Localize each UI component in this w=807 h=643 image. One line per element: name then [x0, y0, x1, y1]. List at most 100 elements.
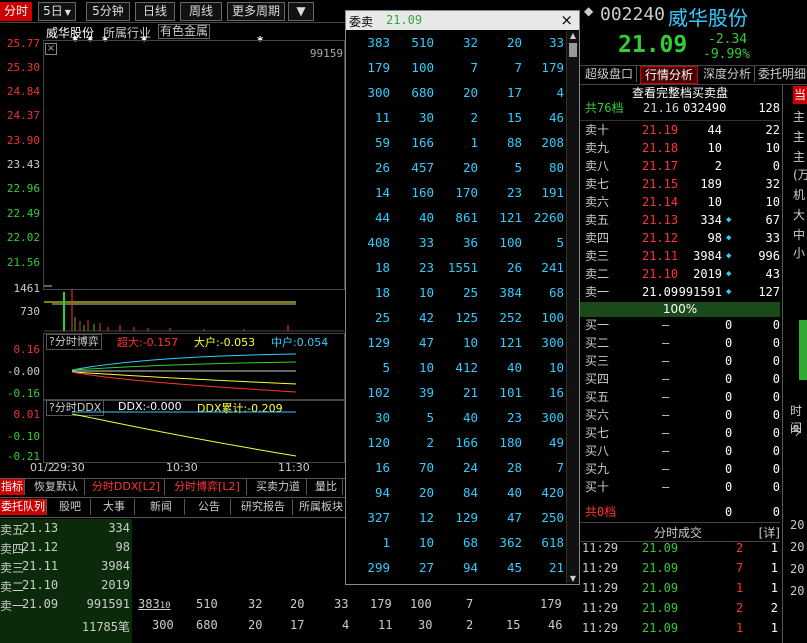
- bid-level-row[interactable]: 买九 — 0 0: [580, 460, 780, 478]
- tab-game-l2[interactable]: 分时博弈[L2]: [168, 479, 247, 495]
- scroll-thumb[interactable]: [569, 43, 577, 57]
- tab-restore-default[interactable]: 恢复默认: [28, 479, 85, 495]
- popup-row[interactable]: 59 166 1 88 208: [346, 135, 566, 155]
- tab-forum[interactable]: 股吧: [50, 499, 91, 515]
- ask-level-row[interactable]: 卖九 21.18 10 10: [580, 139, 780, 157]
- ask-level-label: 卖二: [585, 267, 610, 281]
- trade-row[interactable]: 11:29 21.09 1 1: [580, 581, 780, 601]
- chevron-down-icon[interactable]: ▼: [288, 2, 314, 21]
- trade-row[interactable]: 11:29 21.09 2 1: [580, 541, 780, 561]
- queue-row[interactable]: 11785笔 300 680 20 17 4 11 30 2 15 46: [0, 618, 580, 636]
- popup-row[interactable]: 94 20 84 40 420: [346, 485, 566, 505]
- menu-diamond-icon[interactable]: ◆: [584, 4, 593, 18]
- popup-row[interactable]: 383 510 32 20 33: [346, 35, 566, 55]
- popup-cell: 510: [411, 35, 434, 50]
- bid-level-row[interactable]: 买五 — 0 0: [580, 388, 780, 406]
- ask-level-price: 21.11: [642, 249, 679, 263]
- popup-header[interactable]: 委卖 21.09 ×: [346, 11, 579, 30]
- close-icon[interactable]: ×: [560, 11, 573, 29]
- popup-row[interactable]: 1 10 68 362 618: [346, 535, 566, 555]
- popup-row[interactable]: 11 30 2 15 46: [346, 110, 566, 130]
- tab-market-analysis[interactable]: 行情分析: [640, 66, 698, 84]
- tab-ddx-l2[interactable]: 分时DDX[L2]: [88, 479, 165, 495]
- ask-level-row[interactable]: 卖八 21.17 2 0: [580, 157, 780, 175]
- tab-research[interactable]: 研究报告: [234, 499, 293, 515]
- popup-row[interactable]: 25 42 125 252 100: [346, 310, 566, 330]
- bid-level-row[interactable]: 买八 — 0 0: [580, 442, 780, 460]
- scroll-down-icon[interactable]: ▼: [568, 574, 578, 583]
- popup-row[interactable]: 18 10 25 384 68: [346, 285, 566, 305]
- tab-announcements[interactable]: 公告: [188, 499, 231, 515]
- queue-row[interactable]: 卖三 21.11 3984: [0, 559, 132, 577]
- edge-tab[interactable]: 当: [793, 86, 807, 104]
- popup-row[interactable]: 18 23 1551 26 241: [346, 260, 566, 280]
- popup-row[interactable]: 299 27 94 45 21: [346, 560, 566, 580]
- bid-level-row[interactable]: 买三 — 0 0: [580, 352, 780, 370]
- tab-5min[interactable]: 5分钟: [86, 2, 130, 21]
- tab-order-queue[interactable]: 委托队列: [0, 499, 47, 515]
- popup-row[interactable]: 44 40 861 121 2260: [346, 210, 566, 230]
- ask-level-row[interactable]: 卖一 21.09 991591 ◆ 127: [580, 283, 780, 301]
- tab-buy-sell-force[interactable]: 买卖力道: [250, 479, 307, 495]
- queue-row[interactable]: 卖二 21.10 2019: [0, 578, 132, 596]
- popup-row[interactable]: 102 39 21 101 16: [346, 385, 566, 405]
- tab-intraday[interactable]: 分时: [0, 2, 32, 21]
- popup-row[interactable]: 120 2 166 180 49: [346, 435, 566, 455]
- popup-row[interactable]: 5 10 412 40 10: [346, 360, 566, 380]
- ask-level-row[interactable]: 卖六 21.14 10 10: [580, 193, 780, 211]
- popup-row[interactable]: 30 5 40 23 300: [346, 410, 566, 430]
- chevron-down-icon: ▼: [64, 8, 71, 17]
- popup-cell: 46: [548, 110, 564, 125]
- popup-row[interactable]: 327 12 129 47 250: [346, 510, 566, 530]
- tab-super-orderbook[interactable]: 超级盘口: [582, 66, 637, 82]
- popup-row[interactable]: 129 47 10 121 300: [346, 335, 566, 355]
- popup-row[interactable]: 16 70 24 28 7: [346, 460, 566, 480]
- trade-row[interactable]: 11:29 21.09 1 1: [580, 621, 780, 641]
- tab-5day[interactable]: 5日 ▼: [38, 2, 76, 21]
- popup-row[interactable]: 26 457 20 5 80: [346, 160, 566, 180]
- sell-queue-popup[interactable]: 委卖 21.09 × 383 510 32 20 33 179 100 7 7 179 300 680…: [345, 10, 580, 585]
- tab-indicator[interactable]: 指标: [0, 479, 25, 495]
- popup-cell: 15: [506, 110, 522, 125]
- popup-row[interactable]: 300 680 20 17 4: [346, 85, 566, 105]
- queue-row[interactable]: 卖五 21.13 334: [0, 521, 132, 539]
- queue-row[interactable]: 卖四 21.12 98: [0, 540, 132, 558]
- bid-level-row[interactable]: 买四 — 0 0: [580, 370, 780, 388]
- indicator-ddx-lines: [71, 411, 297, 457]
- scroll-up-icon[interactable]: ▲: [568, 31, 578, 40]
- popup-scrollbar[interactable]: ▲ ▼: [566, 31, 579, 583]
- tab-volume-ratio[interactable]: 量比: [310, 479, 343, 495]
- popup-row[interactable]: 408 33 36 100 5: [346, 235, 566, 255]
- trade-price: 21.09: [642, 601, 679, 615]
- ask-level-row[interactable]: 卖十 21.19 44 22: [580, 121, 780, 139]
- ask-level-row[interactable]: 卖五 21.13 334 ◆ 67: [580, 211, 780, 229]
- ask-level-row[interactable]: 卖三 21.11 3984 ◆ 996: [580, 247, 780, 265]
- bid-level-row[interactable]: 买一 — 0 0: [580, 316, 780, 334]
- tab-order-detail[interactable]: 委托明细: [758, 66, 806, 82]
- tab-news[interactable]: 新闻: [138, 499, 185, 515]
- popup-row[interactable]: 179 100 7 7 179: [346, 60, 566, 80]
- popup-cell: 7: [556, 460, 564, 475]
- tab-depth-analysis[interactable]: 深度分析: [700, 66, 755, 82]
- tab-daily[interactable]: 日线: [135, 2, 175, 21]
- bid-level-row[interactable]: 买六 — 0 0: [580, 406, 780, 424]
- bid-level-row[interactable]: 买二 — 0 0: [580, 334, 780, 352]
- tab-sectors[interactable]: 所属板块: [296, 499, 347, 515]
- bid-level-label: 买六: [585, 408, 610, 422]
- ask-level-row[interactable]: 卖二 21.10 2019 ◆ 43: [580, 265, 780, 283]
- popup-row[interactable]: 14 160 170 23 191: [346, 185, 566, 205]
- queue-row[interactable]: 卖一 21.09 991591 38310 510 32 20 33 179 1…: [0, 597, 580, 615]
- trade-row[interactable]: 11:29 21.09 7 1: [580, 561, 780, 581]
- ask-level-row[interactable]: 卖七 21.15 189 32: [580, 175, 780, 193]
- bid-level-row[interactable]: 买十 — 0 0: [580, 478, 780, 496]
- tab-weekly[interactable]: 周线: [180, 2, 222, 21]
- tab-more-periods[interactable]: 更多周期: [227, 2, 285, 21]
- popup-cell: 412: [455, 360, 478, 375]
- bid-level-row[interactable]: 买七 — 0 0: [580, 424, 780, 442]
- trades-detail-button[interactable]: [详]: [759, 524, 780, 541]
- trade-row[interactable]: 11:29 21.09 2 2: [580, 601, 780, 621]
- ask-level-row[interactable]: 卖四 21.12 98 ◆ 33: [580, 229, 780, 247]
- popup-cell: 70: [418, 460, 434, 475]
- industry-value[interactable]: 有色金属: [158, 24, 211, 39]
- tab-events[interactable]: 大事: [94, 499, 135, 515]
